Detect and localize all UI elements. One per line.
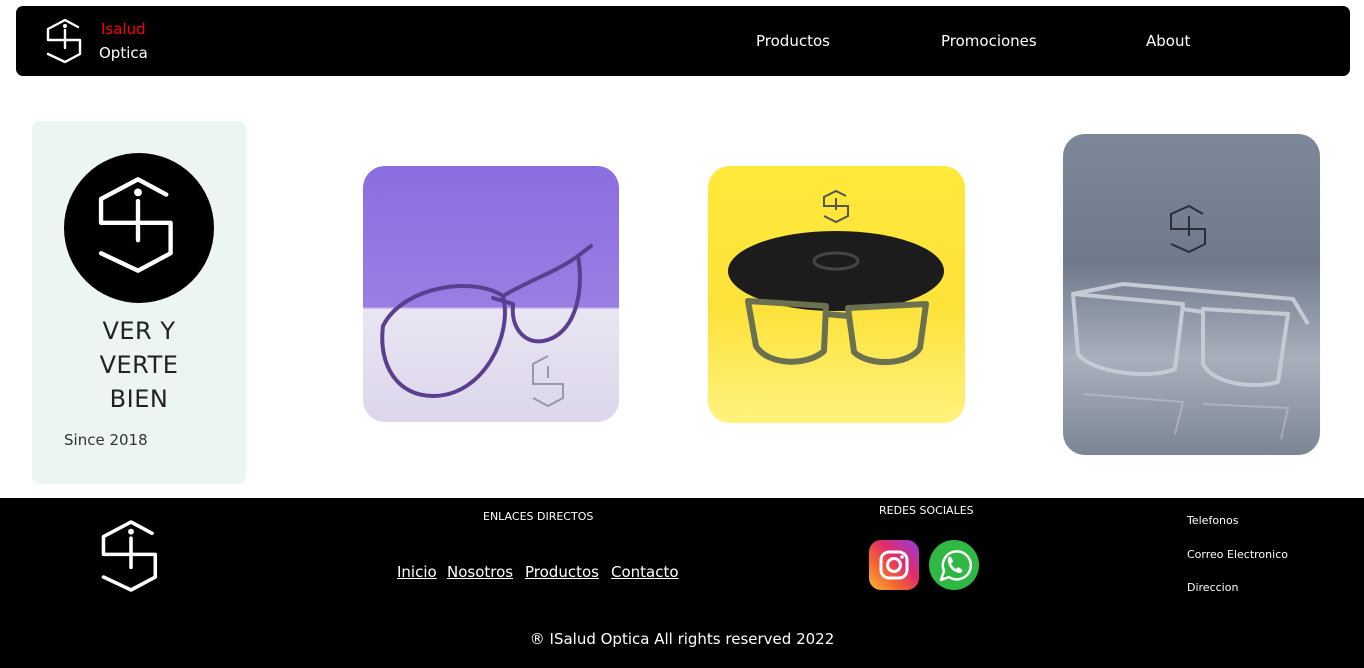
footer-link-nosotros[interactable]: Nosotros	[447, 563, 513, 581]
brand-name: Isalud	[101, 20, 146, 38]
footer: ENLACES DIRECTOS Inicio Nosotros Product…	[0, 498, 1364, 668]
isalud-logo-icon[interactable]	[97, 518, 165, 594]
isalud-logo-icon	[98, 177, 173, 273]
tagline-line: VER Y	[102, 317, 176, 345]
brand-subtitle: Optica	[99, 44, 148, 62]
glasses-illustration	[728, 189, 944, 365]
instagram-icon[interactable]	[869, 540, 919, 590]
product-photo-yellow-glasses[interactable]	[708, 166, 965, 423]
footer-link-contacto[interactable]: Contacto	[611, 563, 679, 581]
hero-tagline: VER Y VERTE BIEN	[32, 314, 246, 416]
whatsapp-icon[interactable]	[929, 540, 979, 590]
footer-links-heading: ENLACES DIRECTOS	[483, 510, 594, 523]
footer-social-heading: REDES SOCIALES	[879, 504, 974, 517]
product-photo-purple-glasses[interactable]	[363, 166, 619, 422]
glasses-illustration	[380, 244, 593, 408]
nav-link-productos[interactable]: Productos	[756, 32, 830, 50]
hero-logo	[64, 153, 214, 303]
tagline-line: BIEN	[109, 385, 169, 413]
top-navbar: Isalud Optica Productos Promociones Abou…	[16, 6, 1350, 76]
glasses-illustration	[1071, 204, 1310, 440]
nav-link-about[interactable]: About	[1146, 32, 1190, 50]
footer-link-inicio[interactable]: Inicio	[397, 563, 437, 581]
footer-link-productos[interactable]: Productos	[525, 563, 599, 581]
contact-direccion[interactable]: Direccion	[1187, 581, 1238, 594]
nav-link-promociones[interactable]: Promociones	[941, 32, 1037, 50]
contact-telefonos[interactable]: Telefonos	[1187, 514, 1238, 527]
since-text: Since 2018	[64, 431, 148, 449]
product-photo-grey-glasses[interactable]	[1063, 134, 1320, 455]
contact-correo[interactable]: Correo Electronico	[1187, 548, 1288, 561]
tagline-line: VERTE	[99, 351, 179, 379]
copyright-text: ® ISalud Optica All rights reserved 2022	[529, 630, 835, 648]
isalud-logo-icon[interactable]	[44, 18, 86, 64]
hero-card: VER Y VERTE BIEN Since 2018	[32, 121, 246, 484]
